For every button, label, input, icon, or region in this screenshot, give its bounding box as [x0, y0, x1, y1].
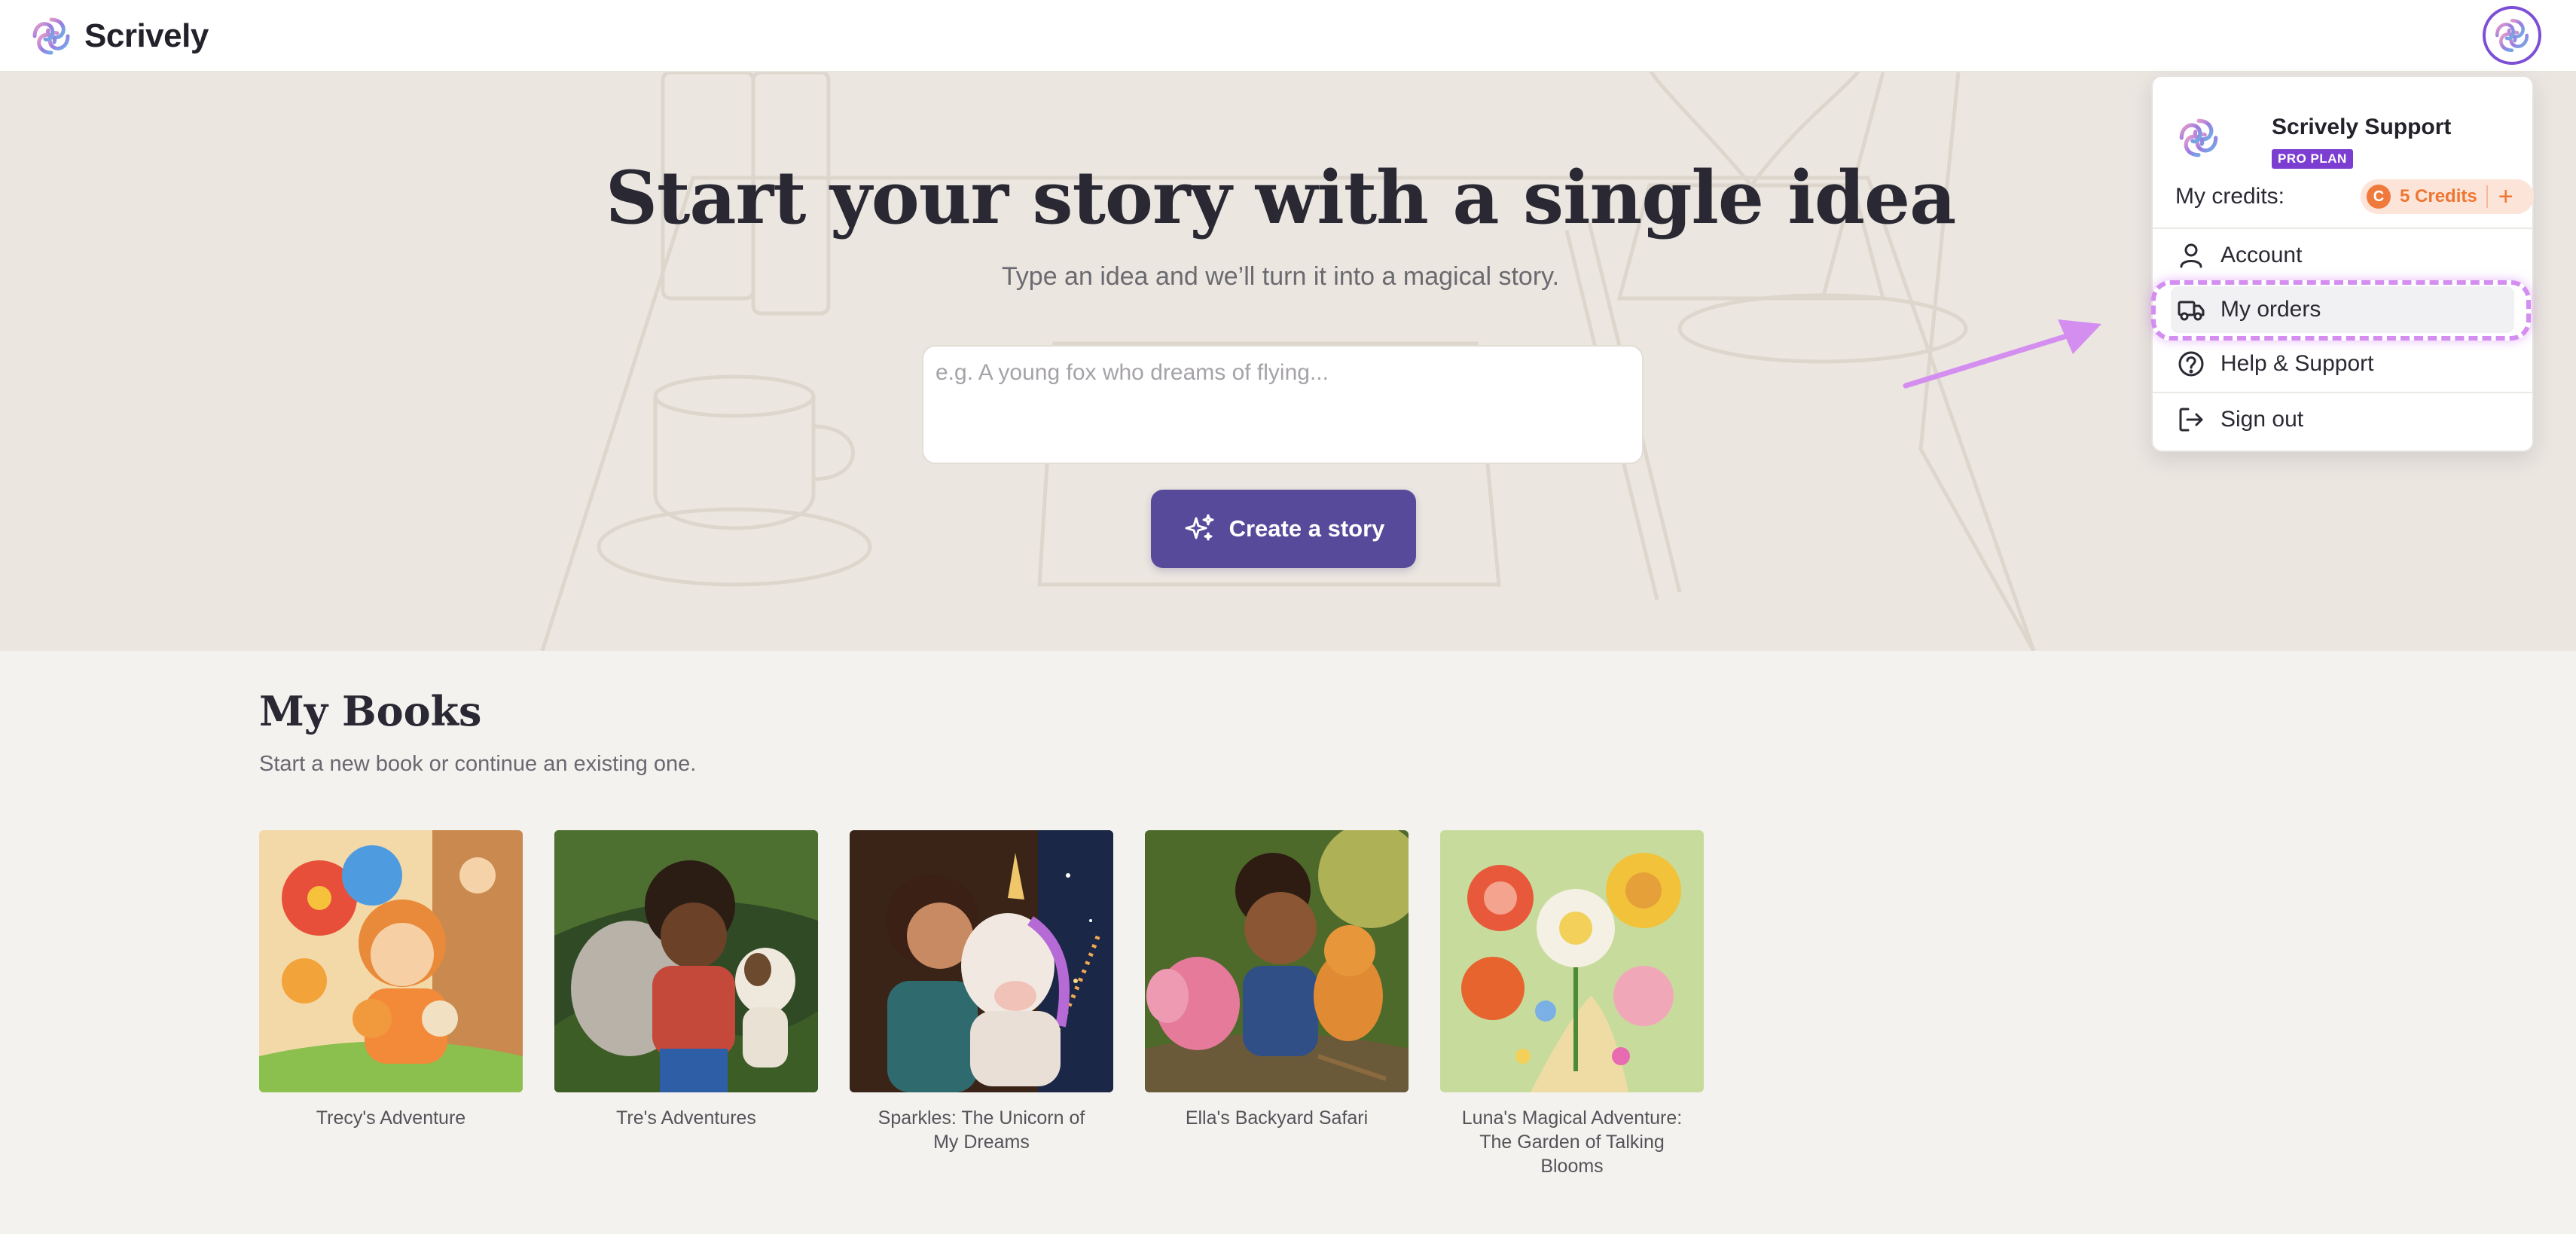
my-books-heading: My Books [259, 687, 482, 735]
menu-item-help-support[interactable]: Help & Support [2171, 341, 2514, 387]
brand-name: Scrively [84, 17, 209, 54]
menu-user-header: Scrively Support PRO PLAN [2175, 96, 2522, 169]
help-circle-icon [2178, 351, 2204, 377]
book-card[interactable]: Luna's Magical Adventure: The Garden of … [1440, 830, 1704, 1178]
scrively-logo-icon [32, 17, 70, 55]
plan-badge: PRO PLAN [2272, 149, 2353, 169]
book-card[interactable]: Ella's Backyard Safari [1145, 830, 1409, 1130]
book-title: Sparkles: The Unicorn of My Dreams [877, 1107, 1085, 1153]
brand-home-link[interactable]: Scrively [29, 12, 209, 60]
menu-item-account[interactable]: Account [2171, 232, 2514, 279]
book-cover-image [850, 830, 1113, 1092]
add-credits-plus-icon[interactable]: + [2498, 184, 2513, 209]
sparkles-icon [1185, 514, 1214, 541]
menu-item-label: Account [2220, 243, 2303, 267]
book-card[interactable]: Trecy's Adventure [259, 830, 523, 1130]
book-title: Luna's Magical Adventure: The Garden of … [1461, 1107, 1683, 1177]
menu-user-name: Scrively Support [2272, 115, 2452, 139]
create-story-label: Create a story [1228, 515, 1385, 542]
menu-item-label: Help & Support [2220, 351, 2374, 376]
menu-divider [2153, 228, 2532, 229]
account-logo-icon [2179, 118, 2218, 157]
book-cover-image [554, 830, 818, 1092]
pill-divider [2486, 185, 2488, 208]
book-title: Trecy's Adventure [316, 1107, 466, 1129]
avatar-logo-icon [2495, 18, 2529, 53]
book-cover-image [1145, 830, 1409, 1092]
user-icon [2180, 243, 2202, 268]
my-books-subtitle: Start a new book or continue an existing… [259, 752, 697, 776]
book-title: Tre's Adventures [616, 1107, 756, 1129]
credits-row: My credits: C 5 Credits + [2175, 179, 2534, 214]
truck-icon [2178, 301, 2205, 321]
book-title: Ella's Backyard Safari [1185, 1107, 1369, 1129]
credits-value: 5 Credits [2400, 186, 2477, 206]
book-cover-image [259, 830, 523, 1092]
user-menu-dropdown: Scrively Support PRO PLAN My credits: C … [2151, 75, 2534, 452]
top-bar: Scrively [0, 0, 2576, 72]
coin-icon: C [2367, 185, 2391, 209]
menu-item-label: My orders [2220, 297, 2321, 322]
book-card[interactable]: Sparkles: The Unicorn of My Dreams [850, 830, 1113, 1154]
menu-item-sign-out[interactable]: Sign out [2171, 396, 2514, 443]
book-card[interactable]: Tre's Adventures [554, 830, 818, 1130]
sign-out-icon [2179, 408, 2203, 432]
menu-divider [2153, 392, 2532, 393]
user-avatar-button[interactable] [2483, 6, 2541, 65]
menu-item-my-orders[interactable]: My orders [2171, 286, 2514, 333]
credits-label: My credits: [2175, 184, 2285, 209]
create-story-button[interactable]: Create a story [1151, 490, 1416, 568]
credits-pill-button[interactable]: C 5 Credits + [2361, 179, 2534, 214]
story-idea-input[interactable] [922, 345, 1644, 464]
menu-item-label: Sign out [2220, 407, 2304, 432]
book-cover-image [1440, 830, 1704, 1092]
